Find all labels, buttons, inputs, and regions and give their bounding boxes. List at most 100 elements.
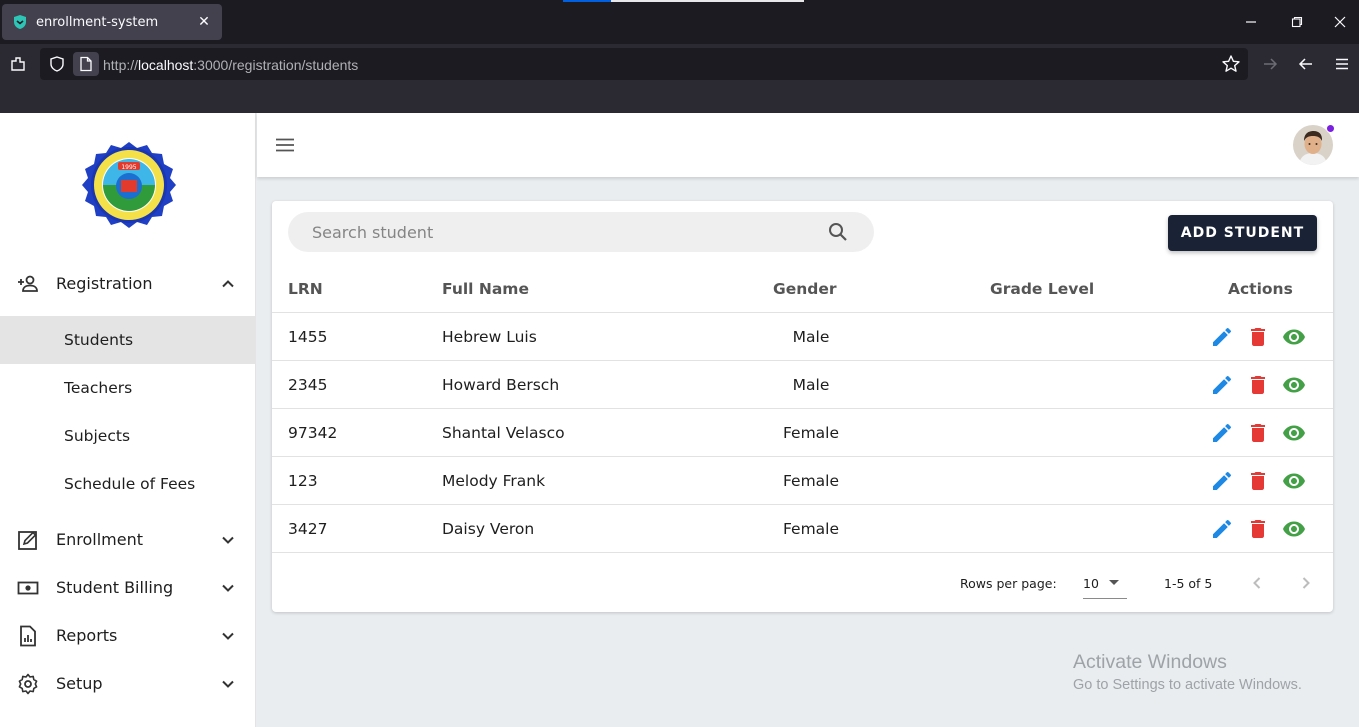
edit-square-icon <box>18 531 37 550</box>
search-icon[interactable] <box>826 220 850 244</box>
delete-icon[interactable] <box>1246 373 1270 397</box>
chevron-up-icon[interactable] <box>216 272 240 296</box>
nav-schedule-of-fees[interactable]: Schedule of Fees <box>0 460 256 508</box>
chevron-down-icon[interactable] <box>216 672 240 696</box>
table-row: 3427 Daisy Veron Female <box>272 505 1333 553</box>
edit-icon[interactable] <box>1210 469 1234 493</box>
view-icon[interactable] <box>1282 373 1306 397</box>
cell-lrn: 123 <box>288 472 318 490</box>
loading-indicator <box>563 0 804 2</box>
nav-enrollment-label: Enrollment <box>56 530 143 549</box>
pagination-range: 1-5 of 5 <box>1164 576 1213 591</box>
close-tab-icon[interactable]: ✕ <box>194 12 214 32</box>
watermark-subtitle: Go to Settings to activate Windows. <box>1073 677 1302 693</box>
restore-icon[interactable] <box>1283 8 1311 36</box>
edit-icon[interactable] <box>1210 325 1234 349</box>
person-add-icon <box>18 275 38 292</box>
nav-registration-label: Registration <box>56 274 153 293</box>
col-lrn[interactable]: LRN <box>288 280 323 298</box>
nav-subjects-label: Subjects <box>64 427 131 445</box>
money-icon <box>17 581 39 595</box>
nav-reports[interactable]: Reports <box>0 612 256 660</box>
edit-icon[interactable] <box>1210 373 1234 397</box>
cell-lrn: 2345 <box>288 376 328 394</box>
table-row: 97342 Shantal Velasco Female <box>272 409 1333 457</box>
chevron-down-icon[interactable] <box>216 528 240 552</box>
minimize-icon[interactable] <box>1237 8 1265 36</box>
edit-icon[interactable] <box>1210 421 1234 445</box>
nav-students-label: Students <box>64 331 134 349</box>
table-row: 1455 Hebrew Luis Male <box>272 313 1333 361</box>
gear-icon <box>18 673 38 695</box>
tab-title: enrollment-system <box>36 14 159 30</box>
back-icon[interactable] <box>1294 52 1318 76</box>
windows-activation-watermark: Activate Windows Go to Settings to activ… <box>1073 651 1302 693</box>
view-icon[interactable] <box>1282 325 1306 349</box>
chevron-down-icon[interactable] <box>216 624 240 648</box>
search-bar <box>288 212 874 252</box>
browser-toolbar-space <box>0 84 1359 113</box>
rows-per-page-select[interactable]: 10 <box>1083 567 1127 599</box>
chart-report-icon <box>20 625 36 647</box>
nav-teachers[interactable]: Teachers <box>0 364 256 412</box>
nav-reports-label: Reports <box>56 626 118 645</box>
school-seal-logo: 1995 <box>82 142 176 228</box>
page-info-icon[interactable] <box>73 52 99 76</box>
cell-full-name: Howard Bersch <box>442 376 560 394</box>
nav-teachers-label: Teachers <box>64 379 133 397</box>
url-text[interactable]: http://localhost:3000/registration/stude… <box>103 57 358 73</box>
table-pagination: Rows per page: 10 1-5 of 5 <box>272 553 1333 612</box>
view-icon[interactable] <box>1282 469 1306 493</box>
online-status-badge <box>1326 124 1335 133</box>
delete-icon[interactable] <box>1246 325 1270 349</box>
chevron-down-icon[interactable] <box>216 576 240 600</box>
view-icon[interactable] <box>1282 517 1306 541</box>
browser-nav-bar: http://localhost:3000/registration/stude… <box>0 44 1359 84</box>
rows-per-page-label: Rows per page: <box>960 576 1057 591</box>
col-full-name[interactable]: Full Name <box>442 280 529 298</box>
shield-favicon-icon <box>14 15 26 29</box>
bookmark-star-icon[interactable] <box>1219 52 1243 76</box>
previous-page-icon[interactable] <box>1245 571 1269 595</box>
forward-icon[interactable] <box>1258 52 1282 76</box>
cell-lrn: 97342 <box>288 424 338 442</box>
app-menu-icon[interactable] <box>1330 52 1354 76</box>
sidebar: 1995 Registration Students Teachers Subj… <box>0 113 256 727</box>
delete-icon[interactable] <box>1246 517 1270 541</box>
shield-icon[interactable] <box>45 52 69 76</box>
nav-student-billing[interactable]: Student Billing <box>0 564 256 612</box>
close-window-icon[interactable] <box>1326 8 1354 36</box>
hamburger-menu-icon[interactable] <box>273 133 297 157</box>
nav-setup[interactable]: Setup <box>0 660 256 708</box>
edit-icon[interactable] <box>1210 517 1234 541</box>
nav-students[interactable]: Students <box>0 316 256 364</box>
cell-gender: Female <box>782 424 840 442</box>
col-actions: Actions <box>1228 280 1293 298</box>
search-input[interactable] <box>312 212 812 252</box>
view-icon[interactable] <box>1282 421 1306 445</box>
col-grade-level[interactable]: Grade Level <box>990 280 1094 298</box>
delete-icon[interactable] <box>1246 469 1270 493</box>
nav-subjects[interactable]: Subjects <box>0 412 256 460</box>
url-prefix: http:// <box>103 57 139 73</box>
table-row: 123 Melody Frank Female <box>272 457 1333 505</box>
extension-icon[interactable] <box>6 52 30 76</box>
delete-icon[interactable] <box>1246 421 1270 445</box>
nav-enrollment[interactable]: Enrollment <box>0 516 256 564</box>
cell-gender: Female <box>782 520 840 538</box>
cell-gender: Female <box>782 472 840 490</box>
cell-lrn: 3427 <box>288 520 328 538</box>
app-bar <box>257 113 1359 177</box>
col-gender[interactable]: Gender <box>773 280 837 298</box>
browser-tab[interactable]: enrollment-system ✕ <box>2 4 222 40</box>
watermark-title: Activate Windows <box>1073 651 1227 673</box>
browser-tab-bar: enrollment-system ✕ <box>0 0 1359 44</box>
nav-registration[interactable]: Registration <box>0 260 256 308</box>
add-student-button[interactable]: ADD STUDENT <box>1168 215 1317 251</box>
table-header: LRN Full Name Gender Grade Level Actions <box>272 265 1333 313</box>
url-host: localhost <box>138 57 194 73</box>
cell-full-name: Melody Frank <box>442 472 546 490</box>
next-page-icon[interactable] <box>1294 571 1318 595</box>
cell-gender: Male <box>792 328 830 346</box>
url-path: :3000/registration/students <box>193 57 359 73</box>
